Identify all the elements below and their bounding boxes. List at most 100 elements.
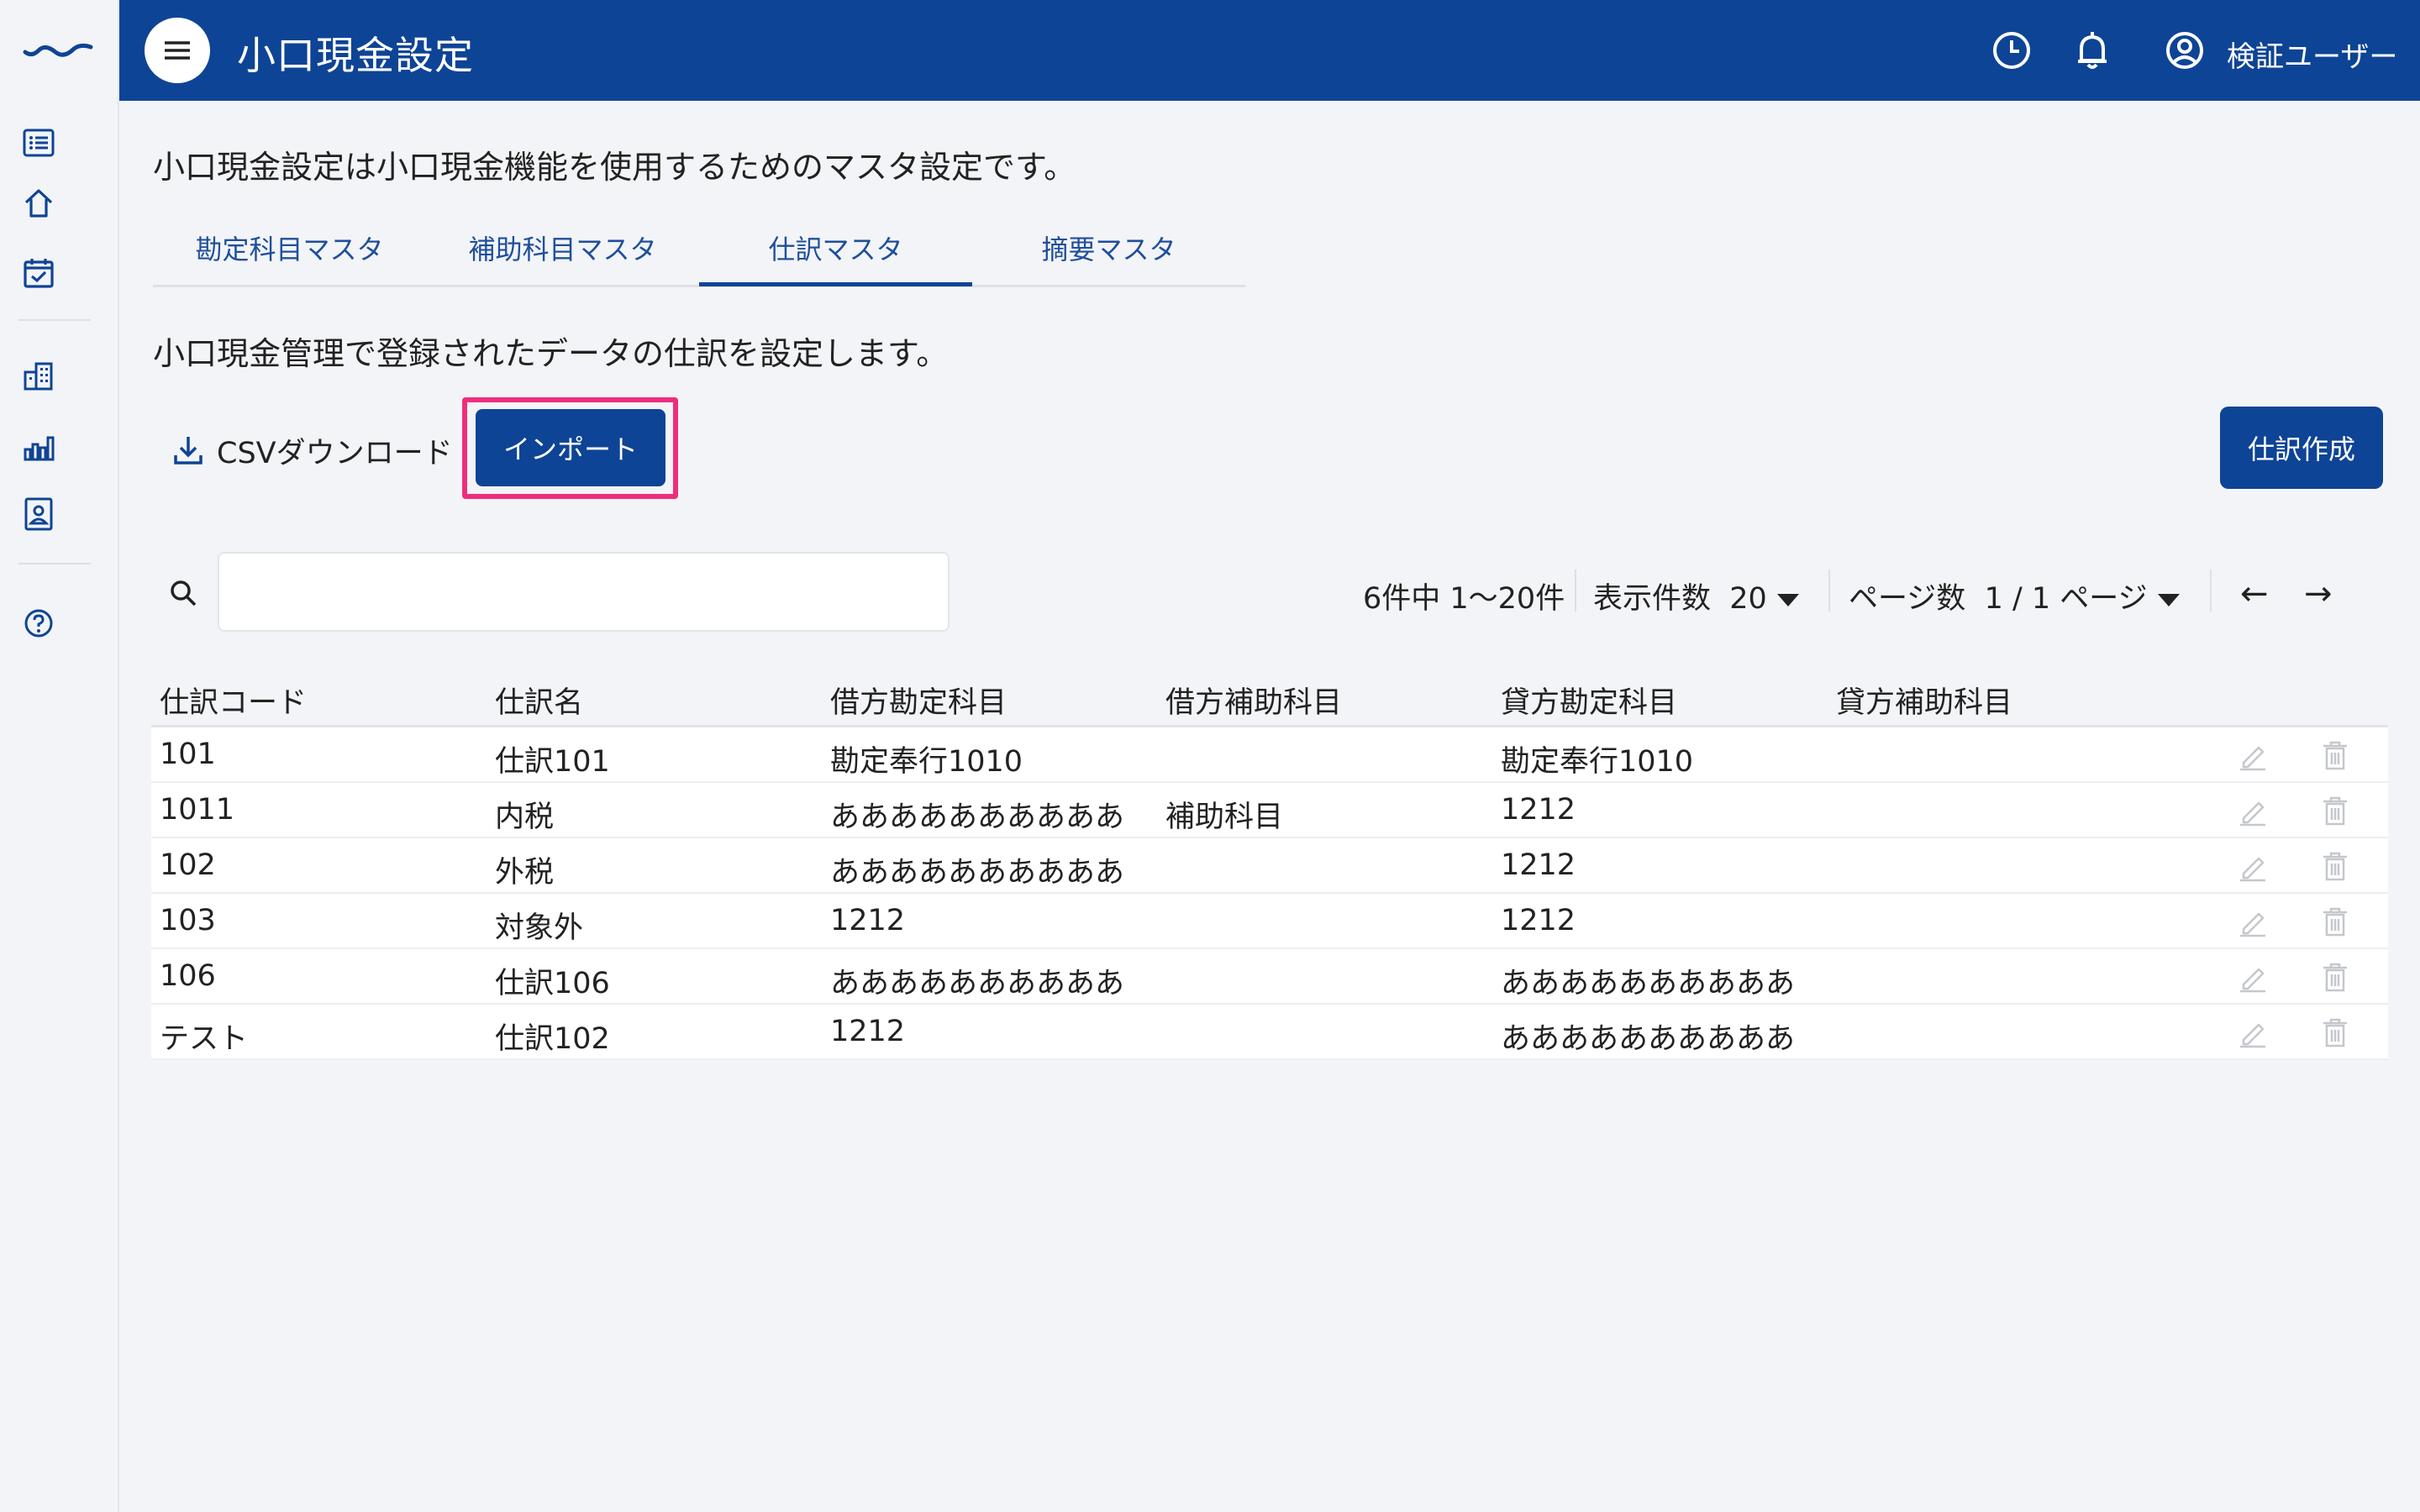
delete-icon[interactable] — [2319, 1016, 2351, 1048]
csv-download-label: CSVダウンロード — [217, 436, 453, 470]
pager-divider — [2210, 570, 2212, 612]
table-row[interactable]: 102 外税 ああああああああああ 1212 — [151, 838, 2388, 894]
column-header[interactable]: 借方勘定科目 — [830, 679, 1007, 722]
table-cell: 1212 — [1501, 793, 1576, 827]
sidebar-divider — [18, 563, 91, 564]
result-count: 6件中 1〜20件 — [1363, 582, 1565, 616]
sidebar-divider — [18, 319, 91, 321]
tab-sub-account-master[interactable]: 補助科目マスタ — [426, 228, 699, 267]
tab-account-master[interactable]: 勘定科目マスタ — [153, 228, 426, 267]
journal-table: 仕訳コード 仕訳名 借方勘定科目 借方補助科目 貸方勘定科目 貸方補助科目 10… — [151, 664, 2388, 1060]
home-icon[interactable] — [22, 186, 55, 220]
clock-icon[interactable] — [1990, 29, 2033, 72]
delete-icon[interactable] — [2319, 795, 2351, 827]
table-cell: ああああああああああ — [1501, 967, 1796, 1000]
column-header[interactable]: 借方補助科目 — [1165, 679, 1342, 722]
bell-icon[interactable] — [2070, 29, 2114, 72]
table-cell: 101 — [160, 738, 216, 771]
table-cell: 103 — [160, 904, 216, 937]
table-cell: 勘定奉行1010 — [830, 745, 1023, 779]
table-cell: 102 — [160, 848, 216, 882]
pager-divider — [1575, 570, 1576, 612]
page-title: 小口現金設定 — [237, 33, 474, 78]
table-cell: 仕訳106 — [495, 967, 610, 1000]
table-cell: 1212 — [1501, 848, 1576, 882]
menu-icon — [165, 41, 190, 60]
active-tab-indicator — [699, 282, 972, 286]
table-cell: テスト — [160, 1022, 249, 1056]
table-cell: ああああああああああ — [1501, 1022, 1796, 1056]
section-description: 小口現金管理で登録されたデータの仕訳を設定します。 — [153, 335, 949, 372]
table-cell: ああああああああああ — [830, 967, 1125, 1000]
column-header[interactable]: 仕訳名 — [495, 679, 583, 722]
building-icon[interactable] — [22, 360, 55, 393]
table-row[interactable]: 106 仕訳106 ああああああああああ ああああああああああ — [151, 949, 2388, 1005]
column-header[interactable]: 貸方勘定科目 — [1501, 679, 1677, 722]
tab-journal-master[interactable]: 仕訳マスタ — [699, 228, 972, 267]
column-header[interactable]: 貸方補助科目 — [1836, 679, 2012, 722]
table-cell: 1212 — [830, 1015, 906, 1048]
table-cell: ああああああああああ — [830, 801, 1125, 834]
help-circle-icon[interactable] — [22, 606, 55, 640]
table-cell: 勘定奉行1010 — [1501, 745, 1694, 779]
search-input[interactable] — [218, 552, 950, 632]
table-cell: 仕訳102 — [495, 1022, 610, 1056]
calendar-check-icon[interactable] — [22, 256, 55, 290]
column-header[interactable]: 仕訳コード — [160, 679, 307, 722]
sidebar — [0, 0, 119, 1512]
delete-icon[interactable] — [2319, 906, 2351, 937]
table-cell: 外税 — [495, 856, 555, 890]
page-select[interactable]: ページ数 1 / 1 ページ — [1849, 575, 2180, 617]
edit-icon[interactable] — [2237, 906, 2269, 937]
table-cell: 内税 — [495, 801, 555, 834]
page-label: ページ数 — [1849, 582, 1966, 616]
id-badge-icon[interactable] — [22, 497, 55, 531]
bar-chart-icon[interactable] — [22, 430, 55, 464]
list-icon[interactable] — [22, 126, 55, 160]
next-page-button[interactable]: → — [2304, 575, 2333, 613]
table-cell: 1212 — [1501, 904, 1576, 937]
table-cell: 106 — [160, 959, 216, 993]
caret-down-icon — [2157, 593, 2180, 606]
edit-icon[interactable] — [2237, 961, 2269, 993]
table-cell: 仕訳101 — [495, 745, 610, 779]
per-page-select[interactable]: 表示件数 20 — [1593, 575, 1799, 617]
per-page-label: 表示件数 — [1593, 582, 1712, 616]
table-cell: 1212 — [830, 904, 906, 937]
csv-download-button[interactable]: CSVダウンロード — [171, 427, 453, 474]
table-cell: 対象外 — [495, 911, 584, 945]
edit-icon[interactable] — [2237, 1016, 2269, 1048]
delete-icon[interactable] — [2319, 850, 2351, 882]
edit-icon[interactable] — [2237, 739, 2269, 771]
edit-icon[interactable] — [2237, 850, 2269, 882]
import-button[interactable]: インポート — [476, 409, 666, 486]
download-icon — [174, 437, 203, 465]
create-journal-button[interactable]: 仕訳作成 — [2220, 407, 2383, 489]
table-row[interactable]: 103 対象外 1212 1212 — [151, 894, 2388, 949]
per-page-value: 20 — [1729, 582, 1767, 616]
table-body: 101 仕訳101 勘定奉行1010 勘定奉行1010 1011 内税 ああああああああああ… — [151, 727, 2388, 1060]
table-cell: ああああああああああ — [830, 856, 1125, 890]
user-name[interactable]: 検証ユーザー — [2227, 34, 2397, 75]
delete-icon[interactable] — [2319, 739, 2351, 771]
table-cell: 1011 — [160, 793, 235, 827]
master-tabs: 勘定科目マスタ 補助科目マスタ 仕訳マスタ 摘要マスタ — [153, 217, 1245, 287]
search-icon — [171, 580, 197, 606]
tab-summary-master[interactable]: 摘要マスタ — [972, 228, 1245, 267]
table-row[interactable]: テスト 仕訳102 1212 ああああああああああ — [151, 1005, 2388, 1060]
menu-button[interactable] — [145, 18, 210, 83]
table-cell: 補助科目 — [1165, 801, 1284, 834]
delete-icon[interactable] — [2319, 961, 2351, 993]
app-logo[interactable] — [22, 37, 94, 62]
table-header: 仕訳コード 仕訳名 借方勘定科目 借方補助科目 貸方勘定科目 貸方補助科目 — [151, 664, 2388, 727]
user-circle-icon[interactable] — [2163, 29, 2207, 72]
page-description: 小口現金設定は小口現金機能を使用するためのマスタ設定です。 — [153, 149, 1076, 186]
pager-divider — [1828, 570, 1830, 612]
page-value: 1 / 1 ページ — [1984, 582, 2148, 616]
caret-down-icon — [1776, 593, 1799, 606]
table-row[interactable]: 1011 内税 ああああああああああ 補助科目 1212 — [151, 783, 2388, 838]
edit-icon[interactable] — [2237, 795, 2269, 827]
table-row[interactable]: 101 仕訳101 勘定奉行1010 勘定奉行1010 — [151, 727, 2388, 783]
prev-page-button[interactable]: ← — [2240, 575, 2269, 613]
app-header: 小口現金設定 検証ユーザー — [119, 0, 2420, 101]
